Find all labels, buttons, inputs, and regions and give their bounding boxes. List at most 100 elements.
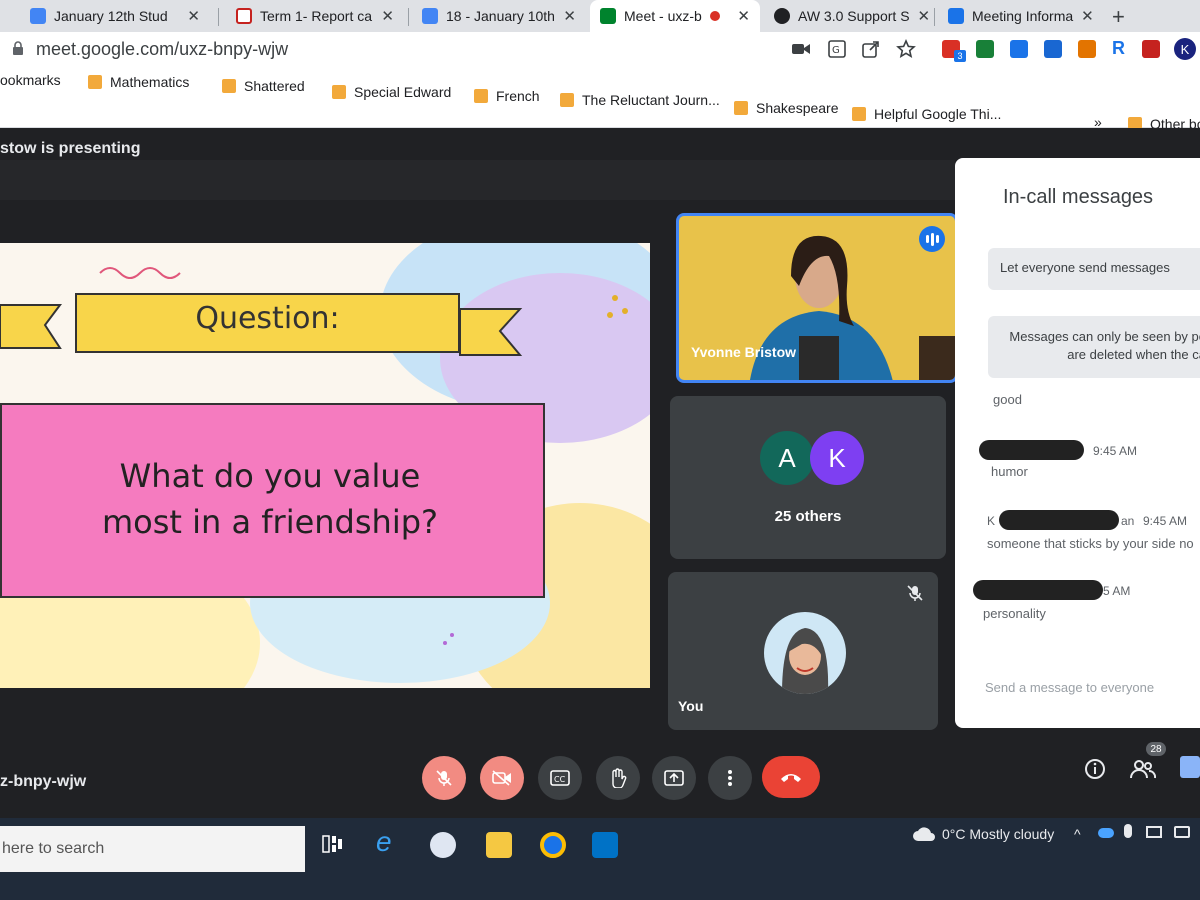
bookmark-star-icon[interactable] <box>896 39 916 59</box>
bookmark-label: Shakespeare <box>756 100 839 116</box>
onedrive-icon[interactable] <box>1098 828 1114 838</box>
close-icon[interactable]: ✕ <box>563 7 576 25</box>
chat-note-line: are deleted when the ca <box>1067 347 1200 362</box>
snipping-tool-icon[interactable] <box>430 832 456 858</box>
tab-label: Meeting Informa <box>972 8 1074 24</box>
avatar: K <box>810 431 864 485</box>
folder-icon <box>852 107 866 121</box>
docs-icon <box>30 8 46 24</box>
slides-icon <box>236 8 252 24</box>
tab-label: Term 1- Report ca <box>260 8 373 24</box>
present-screen-button[interactable] <box>652 756 696 800</box>
extension-icon[interactable] <box>1078 40 1096 58</box>
weather-status[interactable]: 0°C Mostly cloudy <box>942 826 1054 842</box>
pdf-extension-icon[interactable] <box>1142 40 1160 58</box>
meet-icon <box>600 8 616 24</box>
extension-icon[interactable] <box>1044 40 1062 58</box>
captions-button[interactable]: CC <box>538 756 582 800</box>
speaker-name: Yvonne Bristow <box>691 344 797 360</box>
meet-icon <box>948 8 964 24</box>
tab-january-12th[interactable]: January 12th Stud ✕ <box>20 0 210 32</box>
outlook-icon[interactable] <box>592 832 618 858</box>
hand-icon <box>612 768 627 788</box>
avatar: A <box>760 431 814 485</box>
chrome-icon[interactable] <box>540 832 566 858</box>
svg-text:G: G <box>832 45 840 56</box>
people-icon[interactable] <box>1130 758 1156 780</box>
folder-icon <box>88 75 102 89</box>
address-bar[interactable]: meet.google.com/uxz-bnpy-wjw G 3 R K <box>0 32 1200 66</box>
camera-icon[interactable] <box>792 42 810 56</box>
extension-badge: 3 <box>954 50 966 62</box>
chat-info-note: Messages can only be seen by pe are dele… <box>988 316 1200 378</box>
close-icon[interactable]: ✕ <box>918 7 931 25</box>
bookmarks-label[interactable]: ookmarks <box>0 72 61 88</box>
url-text[interactable]: meet.google.com/uxz-bnpy-wjw <box>36 39 288 60</box>
close-icon[interactable]: ✕ <box>1081 7 1094 25</box>
others-tile[interactable]: A K 25 others <box>670 396 946 559</box>
chat-panel: In-call messages Let everyone send messa… <box>955 158 1200 728</box>
speaker-tile[interactable]: Yvonne Bristow <box>676 213 958 383</box>
recording-icon <box>709 11 720 21</box>
bookmark-helpful-google[interactable]: Helpful Google Thi... <box>852 106 1001 122</box>
bookmark-french[interactable]: French <box>474 88 540 104</box>
share-icon[interactable] <box>862 40 880 58</box>
tray-chevron-icon[interactable]: ^ <box>1074 826 1081 842</box>
windows-taskbar: here to search e 0°C Mostly cloudy ^ <box>0 818 1200 900</box>
slide-question: What do you value most in a friendship? <box>50 453 490 545</box>
presenting-banner: stow is presenting <box>0 140 141 157</box>
chat-toggle-icon[interactable] <box>1180 756 1200 778</box>
close-icon[interactable]: ✕ <box>187 7 200 25</box>
chat-message-time: 5 AM <box>1103 584 1131 598</box>
translate-icon[interactable]: G <box>828 40 846 58</box>
extension-icon[interactable] <box>1010 40 1028 58</box>
leave-call-button[interactable] <box>762 756 820 798</box>
browser-tab-strip: January 12th Stud ✕ Term 1- Report ca ✕ … <box>0 0 1200 32</box>
bookmark-label: French <box>496 88 540 104</box>
meeting-code[interactable]: z-bnpy-wjw <box>0 773 86 791</box>
redacted-name <box>973 580 1103 600</box>
extension-icon[interactable] <box>976 40 994 58</box>
mic-toggle-button[interactable] <box>422 756 466 800</box>
tab-meet-active[interactable]: Meet - uxz-b ✕ <box>590 0 760 32</box>
tab-aw-support[interactable]: AW 3.0 Support S ✕ <box>764 0 932 32</box>
task-view-icon[interactable] <box>322 834 344 854</box>
self-avatar <box>764 612 846 694</box>
tab-meeting-information[interactable]: Meeting Informa ✕ <box>938 0 1102 32</box>
edge-browser-icon[interactable]: e <box>376 826 392 858</box>
weather-cloud-icon <box>913 827 935 841</box>
others-count-label: 25 others <box>774 508 842 525</box>
bookmark-shattered[interactable]: Shattered <box>222 78 305 94</box>
presentation-slide: Question: What do you value most in a fr… <box>0 243 650 688</box>
extension-r-icon[interactable]: R <box>1112 38 1125 59</box>
close-icon[interactable]: ✕ <box>381 7 394 25</box>
more-options-button[interactable] <box>708 756 752 800</box>
redacted-name <box>979 440 1084 460</box>
self-tile[interactable]: You <box>668 572 938 730</box>
network-icon[interactable] <box>1146 826 1162 838</box>
tab-january-10th[interactable]: 18 - January 10th ✕ <box>412 0 586 32</box>
profile-avatar[interactable]: K <box>1174 38 1196 60</box>
battery-icon[interactable] <box>1174 826 1190 838</box>
presentation-header-strip <box>0 160 955 200</box>
raise-hand-button[interactable] <box>596 756 640 800</box>
chat-setting-toggle[interactable]: Let everyone send messages <box>988 248 1200 290</box>
info-icon[interactable] <box>1084 758 1106 780</box>
microphone-icon[interactable] <box>1124 824 1132 838</box>
bookmark-shakespeare[interactable]: Shakespeare <box>734 100 839 116</box>
self-label: You <box>678 698 704 714</box>
folder-icon <box>474 89 488 103</box>
close-icon[interactable]: ✕ <box>737 7 750 25</box>
taskbar-search-box[interactable]: here to search <box>0 826 305 872</box>
camera-toggle-button[interactable] <box>480 756 524 800</box>
new-tab-button[interactable]: + <box>1112 4 1125 30</box>
bookmark-reluctant-journ[interactable]: The Reluctant Journ... <box>560 92 720 108</box>
file-explorer-icon[interactable] <box>486 832 512 858</box>
tab-term-1-report[interactable]: Term 1- Report ca ✕ <box>226 0 404 32</box>
bookmark-special-edward[interactable]: Special Edward <box>332 84 451 100</box>
chat-message-text: good <box>993 392 1022 407</box>
chat-input[interactable]: Send a message to everyone <box>985 680 1154 695</box>
svg-text:CC: CC <box>554 775 566 784</box>
bookmark-mathematics[interactable]: Mathematics <box>88 74 189 90</box>
chat-title: In-call messages <box>1003 186 1154 208</box>
